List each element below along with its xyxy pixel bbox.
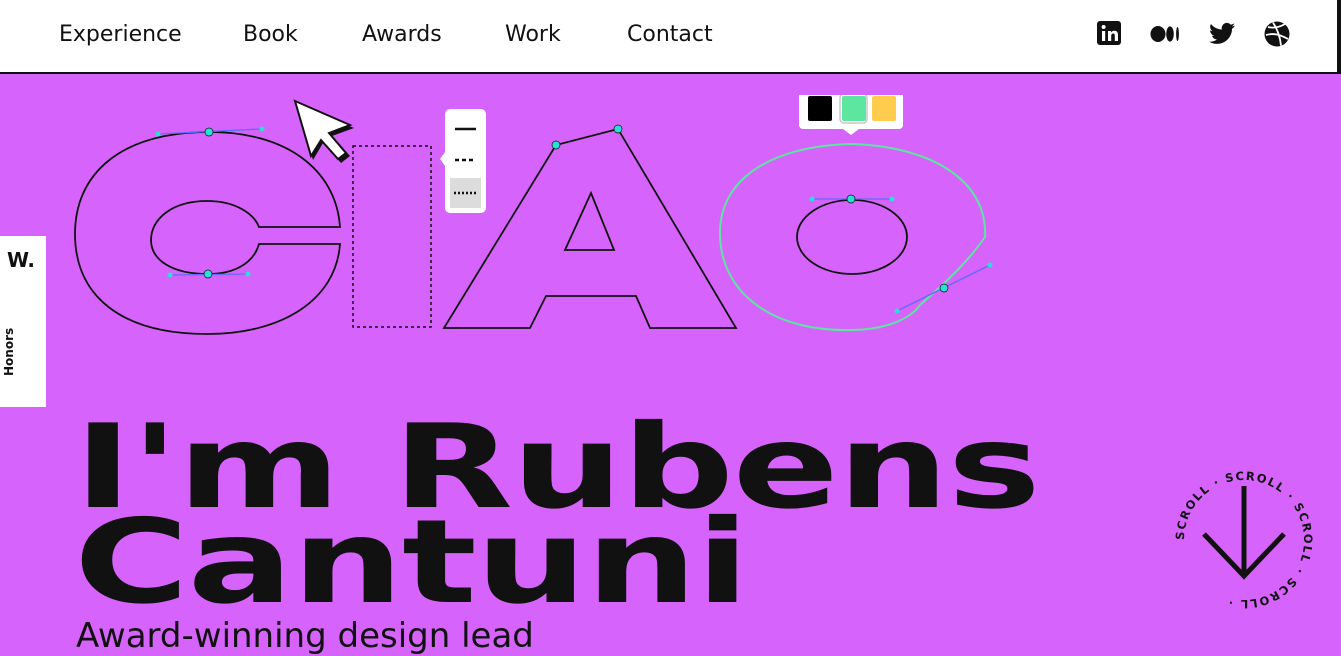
swatch-black[interactable]: [808, 96, 832, 121]
medium-icon[interactable]: [1150, 20, 1182, 48]
swatch-yellow[interactable]: [872, 96, 896, 121]
honors-label: Honors: [2, 327, 16, 376]
honors-side-badge[interactable]: W. Honors: [0, 236, 46, 407]
bezier-node: [613, 124, 623, 134]
letter-a-outline: [442, 127, 738, 329]
twitter-icon[interactable]: [1207, 20, 1237, 48]
letter-i-selection: [352, 145, 432, 328]
letter-c-outline: [74, 131, 341, 335]
color-swatch-popup[interactable]: [799, 95, 903, 135]
stroke-style-popup[interactable]: [440, 109, 486, 213]
arrow-down-icon: [1202, 486, 1286, 580]
bezier-node: [551, 140, 561, 150]
bezier-node: [846, 194, 856, 204]
cursor-arrow-icon: [293, 99, 354, 163]
linkedin-icon[interactable]: [1096, 20, 1124, 48]
nav-experience[interactable]: Experience: [59, 22, 182, 47]
nav-work[interactable]: Work: [505, 22, 561, 47]
swatch-green[interactable]: [842, 96, 866, 121]
nav-book[interactable]: Book: [243, 22, 298, 47]
nav-contact[interactable]: Contact: [627, 22, 713, 47]
subheadline: Award-winning design lead: [76, 616, 534, 656]
top-nav: Experience Book Awards Work Contact: [0, 0, 1341, 74]
nav-awards[interactable]: Awards: [362, 22, 442, 47]
bezier-node: [203, 269, 213, 279]
headline-line-2: Cantuni: [74, 495, 750, 630]
bezier-node: [939, 283, 949, 293]
dribbble-icon[interactable]: [1263, 20, 1291, 48]
scroll-down-button[interactable]: SCROLL · SCROLL · SCROLL · SCROLL ·: [1166, 462, 1322, 618]
side-logo: W.: [7, 248, 36, 272]
ciao-illustration: [74, 95, 993, 335]
letter-o-outline: [718, 142, 987, 332]
bezier-node: [204, 127, 214, 137]
